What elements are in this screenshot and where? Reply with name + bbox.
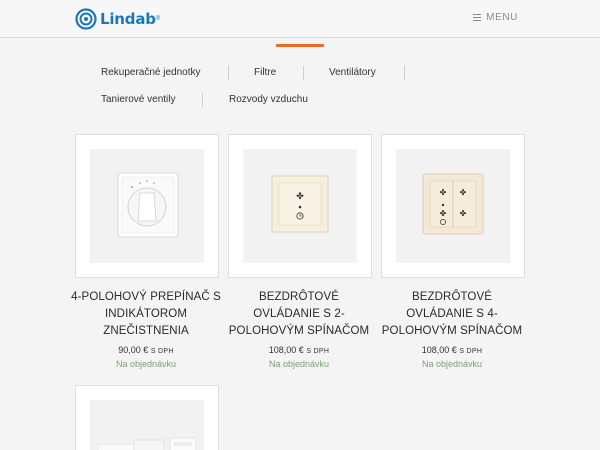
category-divider (228, 66, 229, 80)
product-availability: Na objednávku (421, 359, 483, 369)
wireless-switch-4-icon: ✤ ✤ ✤ ✤ (396, 149, 510, 263)
category-rekuperacne-jednotky[interactable]: Rekuperačné jednotky (101, 67, 201, 78)
wireless-switch-2-icon: ✤ (243, 149, 357, 263)
menu-label: MENU (486, 12, 518, 23)
category-rozvody-vzduchu[interactable]: Rozvody vzduchu (229, 94, 308, 105)
active-section-indicator (276, 44, 324, 47)
category-filtre[interactable]: Filtre (254, 67, 276, 78)
product-unit-icon (90, 400, 204, 450)
registered-mark: ® (155, 16, 161, 22)
site-header: Lindab ® MENU (0, 0, 600, 38)
menu-button[interactable]: MENU (473, 12, 518, 23)
product-price: 108,00 € S DPH (421, 345, 483, 355)
product-price: 90,00 € S DPH (118, 345, 174, 355)
product-price: 108,00 € S DPH (268, 345, 330, 355)
svg-text:✤: ✤ (460, 209, 467, 218)
product-image-4-position-switch (90, 149, 204, 263)
product-card-image[interactable]: ✤ (228, 134, 372, 278)
svg-text:✤: ✤ (296, 192, 304, 202)
lindab-logo[interactable]: Lindab ® (75, 8, 160, 30)
category-divider (202, 93, 203, 107)
svg-text:✤: ✤ (460, 188, 467, 197)
product-title[interactable]: BEZDRÔTOVÉ OVLÁDANIE S 2- POLOHOVÝM SPÍN… (224, 289, 374, 340)
product-availability: Na objednávku (115, 359, 177, 369)
product-card-image[interactable] (75, 385, 219, 450)
category-divider (303, 66, 304, 80)
brand-name: Lindab (100, 10, 156, 28)
category-divider (404, 66, 405, 80)
product-image-wireless-4-position: ✤ ✤ ✤ ✤ (396, 149, 510, 263)
category-tanierove-ventily[interactable]: Tanierové ventily (101, 94, 175, 105)
lindab-circle-icon (75, 8, 97, 30)
product-availability: Na objednávku (268, 359, 330, 369)
product-title[interactable]: BEZDRÔTOVÉ OVLÁDANIE S 4- POLOHOVÝM SPÍN… (377, 289, 527, 340)
product-image-wireless-2-position: ✤ (243, 149, 357, 263)
svg-text:✤: ✤ (440, 209, 447, 218)
svg-text:✤: ✤ (440, 188, 447, 197)
category-ventilatory[interactable]: Ventilátory (329, 67, 376, 78)
product-card-image[interactable]: ✤ ✤ ✤ ✤ (381, 134, 525, 278)
hamburger-icon (473, 14, 482, 21)
product-card-image[interactable] (75, 134, 219, 278)
product-image-partial (90, 400, 204, 450)
rotary-switch-icon (90, 149, 204, 263)
product-title[interactable]: 4-POLOHOVÝ PREPÍNAČ S INDIKÁTOROM ZNEČIS… (71, 289, 221, 340)
